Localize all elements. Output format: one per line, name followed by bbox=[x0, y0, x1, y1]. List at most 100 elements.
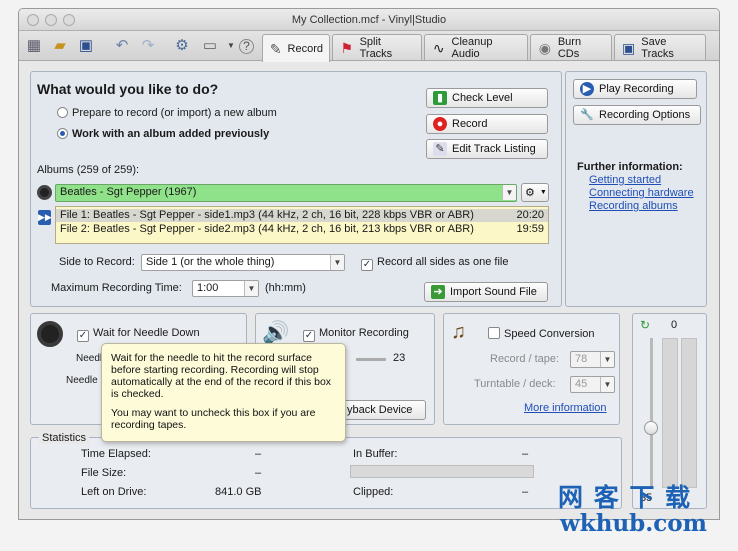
monitor-recording-checkbox[interactable]: ✓ Monitor Recording bbox=[303, 327, 409, 342]
tab-cleanup-audio[interactable]: ∿ Cleanup Audio bbox=[424, 34, 528, 60]
further-info-heading: Further information: bbox=[577, 161, 683, 173]
open-folder-icon[interactable]: ▰ bbox=[51, 37, 69, 55]
wait-needle-control[interactable]: ✓ bbox=[77, 330, 89, 342]
toolbar: ▦ ▰ ▣ ↶ ↷ ⚙ ▭ ▼ ? ✎ Record ⚑ Split Track… bbox=[19, 31, 719, 62]
level-slider-thumb[interactable] bbox=[644, 421, 658, 435]
record-all-sides-checkbox[interactable]: ✓ Record all sides as one file bbox=[361, 256, 508, 271]
tab-split-tracks[interactable]: ⚑ Split Tracks bbox=[332, 34, 422, 60]
file-list: File 1: Beatles - Sgt Pepper - side1.mp3… bbox=[55, 206, 549, 244]
refresh-icon[interactable]: ↻ bbox=[640, 318, 650, 332]
wait-needle-tooltip: Wait for the needle to hit the record su… bbox=[101, 343, 346, 442]
radio-existing-album-control[interactable] bbox=[57, 128, 68, 139]
play-recording-button[interactable]: ▶ Play Recording bbox=[573, 79, 697, 99]
record-tape-label: Record / tape: bbox=[490, 353, 560, 365]
side-panel: ▶ Play Recording 🔧 Recording Options Fur… bbox=[565, 71, 707, 307]
left-level-meter bbox=[662, 338, 678, 488]
level-top-value: 0 bbox=[671, 319, 678, 331]
tab-record[interactable]: ✎ Record bbox=[262, 34, 330, 62]
play-files-icon[interactable]: ▶▶ bbox=[38, 210, 52, 225]
save-tracks-icon: ▣ bbox=[622, 39, 636, 56]
record-label: Record bbox=[452, 118, 488, 130]
file-size-label: File Size: bbox=[81, 467, 127, 479]
edit-track-listing-label: Edit Track Listing bbox=[452, 143, 536, 155]
tooltip-paragraph-1: Wait for the needle to hit the record su… bbox=[111, 352, 332, 400]
edit-track-listing-button[interactable]: ✎ Edit Track Listing bbox=[426, 139, 548, 159]
minimize-window-button[interactable] bbox=[45, 14, 57, 26]
close-window-button[interactable] bbox=[27, 14, 39, 26]
chevron-down-icon[interactable]: ▼ bbox=[222, 37, 240, 55]
chevron-down-icon: ▼ bbox=[600, 352, 614, 367]
speed-conversion-panel: ♫ Speed Conversion Record / tape: 78 ▼ T… bbox=[443, 313, 620, 425]
turntable-deck-label: Turntable / deck: bbox=[474, 378, 556, 390]
wait-needle-checkbox[interactable]: ✓ Wait for Needle Down bbox=[77, 327, 200, 342]
record-all-sides-label: Record all sides as one file bbox=[377, 256, 509, 268]
record-all-sides-control[interactable]: ✓ bbox=[361, 259, 373, 271]
save-disk-icon[interactable]: ▣ bbox=[77, 37, 95, 55]
side-to-record-value: Side 1 (or the whole thing) bbox=[146, 256, 275, 268]
title-bar: My Collection.mcf - Vinyl|Studio bbox=[19, 9, 719, 31]
check-level-button[interactable]: ▮ Check Level bbox=[426, 88, 548, 108]
help-icon[interactable]: ? bbox=[239, 39, 254, 54]
wait-needle-label: Wait for Needle Down bbox=[93, 327, 200, 339]
recording-options-label: Recording Options bbox=[599, 109, 691, 121]
recording-options-button[interactable]: 🔧 Recording Options bbox=[573, 105, 701, 125]
tab-cleanup-audio-label: Cleanup Audio bbox=[451, 35, 493, 60]
zoom-window-button[interactable] bbox=[63, 14, 75, 26]
chevron-down-icon: ▼ bbox=[502, 185, 516, 200]
list-item[interactable]: File 2: Beatles - Sgt Pepper - side2.mp3… bbox=[56, 223, 548, 236]
radio-new-album-label: Prepare to record (or import) a new albu… bbox=[72, 107, 277, 119]
list-item[interactable]: File 1: Beatles - Sgt Pepper - side1.mp3… bbox=[56, 209, 548, 222]
import-sound-file-button[interactable]: ➔ Import Sound File bbox=[424, 282, 548, 302]
record-button[interactable]: ● Record bbox=[426, 114, 548, 134]
microphone-icon: ✎ bbox=[269, 40, 282, 57]
more-information-link[interactable]: More information bbox=[524, 402, 607, 414]
play-recording-label: Play Recording bbox=[599, 83, 674, 95]
max-recording-time-select[interactable]: 1:00 ▼ bbox=[192, 280, 259, 297]
speed-conversion-control[interactable] bbox=[488, 327, 500, 339]
clipped-value: – bbox=[522, 486, 529, 498]
tab-save-tracks-label: Save Tracks bbox=[641, 35, 674, 60]
monitor-volume-slider[interactable] bbox=[356, 358, 386, 361]
record-tape-select[interactable]: 78 ▼ bbox=[570, 351, 615, 368]
redo-icon[interactable]: ↷ bbox=[139, 37, 157, 55]
max-recording-time-value: 1:00 bbox=[197, 282, 219, 294]
clipped-label: Clipped: bbox=[353, 486, 394, 498]
time-elapsed-label: Time Elapsed: bbox=[81, 448, 151, 460]
tab-burn-cds[interactable]: ◉ Burn CDs bbox=[530, 34, 612, 60]
getting-started-link[interactable]: Getting started bbox=[589, 174, 661, 186]
file-duration: 19:59 bbox=[516, 223, 544, 235]
album-select[interactable]: Beatles - Sgt Pepper (1967) ▼ bbox=[55, 184, 517, 202]
file-name: File 2: Beatles - Sgt Pepper - side2.mp3… bbox=[60, 223, 474, 235]
monitor-recording-control[interactable]: ✓ bbox=[303, 330, 315, 342]
playback-device-button[interactable]: yback Device bbox=[334, 400, 426, 420]
turntable-deck-select[interactable]: 45 ▼ bbox=[570, 376, 615, 393]
undo-icon[interactable]: ↶ bbox=[113, 37, 131, 55]
side-to-record-select[interactable]: Side 1 (or the whole thing) ▼ bbox=[141, 254, 345, 271]
radio-new-album-control[interactable] bbox=[57, 107, 68, 118]
in-buffer-label: In Buffer: bbox=[353, 448, 398, 460]
gear-icon: ⚙ bbox=[525, 187, 535, 199]
new-collection-icon[interactable]: ▦ bbox=[25, 37, 43, 55]
buffer-progress-bar bbox=[350, 465, 534, 478]
connecting-hardware-link[interactable]: Connecting hardware bbox=[589, 187, 694, 199]
radio-new-album[interactable]: Prepare to record (or import) a new albu… bbox=[57, 107, 277, 119]
album-actions-button[interactable]: ⚙ ▼ bbox=[521, 183, 549, 202]
in-buffer-value: – bbox=[522, 448, 529, 460]
folder-outline-icon[interactable]: ▭ bbox=[201, 37, 219, 55]
monitor-recording-label: Monitor Recording bbox=[319, 327, 409, 339]
watermark-url: wkhub.com bbox=[560, 510, 707, 537]
radio-existing-album[interactable]: Work with an album added previously bbox=[57, 128, 269, 140]
file-name: File 1: Beatles - Sgt Pepper - side1.mp3… bbox=[60, 209, 474, 221]
recording-albums-link[interactable]: Recording albums bbox=[589, 200, 678, 212]
check-level-label: Check Level bbox=[452, 92, 513, 104]
gear-icon[interactable]: ⚙ bbox=[173, 37, 191, 55]
gramophone-icon: ♫ bbox=[451, 321, 466, 343]
speed-conversion-checkbox[interactable]: Speed Conversion bbox=[488, 327, 595, 340]
monitor-volume-value: 23 bbox=[393, 352, 406, 364]
level-slider-track[interactable] bbox=[650, 338, 653, 488]
split-flags-icon: ⚑ bbox=[340, 39, 354, 56]
tab-record-label: Record bbox=[287, 42, 323, 55]
app-window: My Collection.mcf - Vinyl|Studio ▦ ▰ ▣ ↶… bbox=[18, 8, 720, 520]
tab-save-tracks[interactable]: ▣ Save Tracks bbox=[614, 34, 706, 60]
vinyl-record-icon bbox=[37, 185, 52, 200]
